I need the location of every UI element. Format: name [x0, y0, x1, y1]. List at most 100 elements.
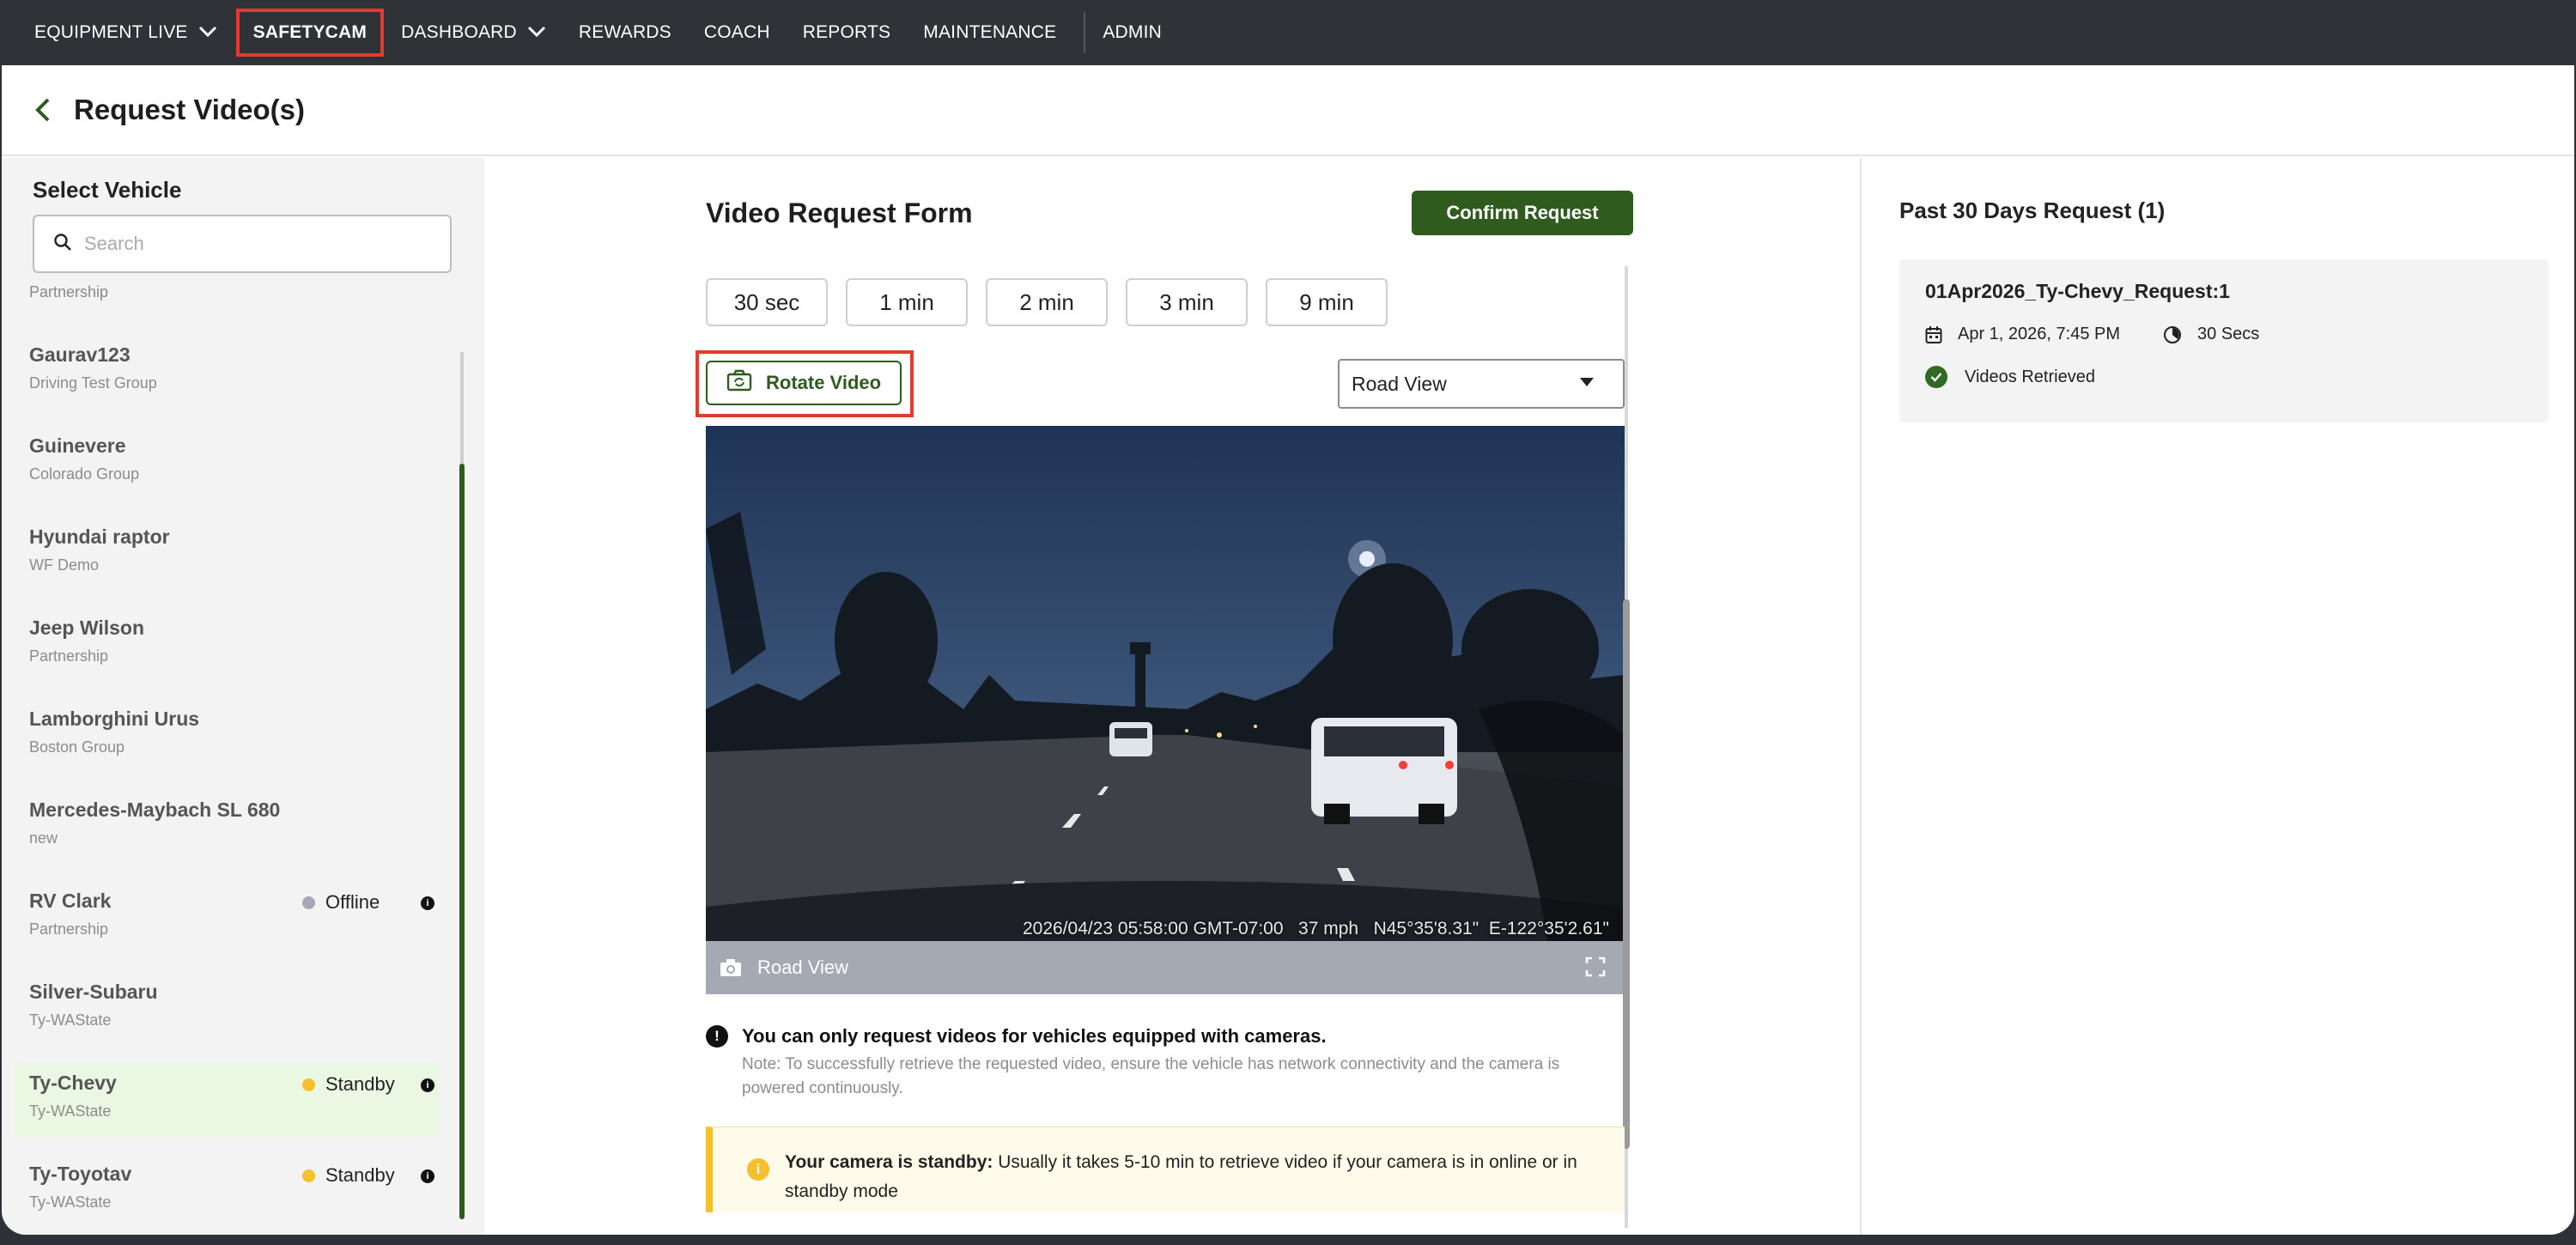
vehicle-item-gaurav123[interactable]: Gaurav123 Driving Test Group: [14, 335, 440, 409]
vehicle-name: Gaurav123: [29, 343, 131, 366]
status-label: Offline: [325, 891, 380, 913]
nav-equipment-live-label: EQUIPMENT LIVE: [34, 22, 188, 42]
rotate-video-label: Rotate Video: [766, 372, 882, 393]
request-date: Apr 1, 2026, 7:45 PM: [1958, 325, 2121, 343]
vehicle-name: Jeep Wilson: [29, 616, 144, 639]
info-icon[interactable]: i: [421, 1078, 434, 1092]
nav-rewards-label: REWARDS: [578, 22, 671, 42]
video-request-form: Video Request Form Confirm Request 30 se…: [484, 158, 1858, 1235]
vehicle-item-jeep-wilson[interactable]: Jeep Wilson Partnership: [14, 608, 440, 682]
caret-down-icon: [1580, 378, 1594, 386]
vehicle-name: Ty-Chevy: [29, 1072, 117, 1094]
vehicle-item-lamborghini-urus[interactable]: Lamborghini Urus Boston Group: [14, 699, 440, 773]
top-navigation: EQUIPMENT LIVE SAFETYCAM DASHBOARD REWAR…: [0, 0, 2576, 65]
check-circle-icon: [1925, 366, 1947, 388]
vehicle-group: Colorado Group: [29, 465, 140, 483]
vehicle-item-guinevere[interactable]: Guinevere Colorado Group: [14, 426, 440, 500]
info-icon[interactable]: i: [421, 1169, 434, 1183]
vehicle-name: RV Clark: [29, 890, 112, 912]
vehicle-group: Ty-WAState: [29, 1193, 112, 1211]
chevron-down-icon: [198, 22, 217, 43]
vehicle-group-partial: Partnership: [29, 283, 109, 301]
nav-reports[interactable]: REPORTS: [803, 0, 891, 65]
notice-heading: You can only request videos for vehicles…: [742, 1025, 1327, 1047]
vehicle-list: Partnership Gaurav123 Driving Test Group…: [2, 283, 457, 1235]
vehicle-item-hyundai-raptor[interactable]: Hyundai raptor WF Demo: [14, 517, 440, 591]
request-name: 01Apr2026_Ty-Chevy_Request:1: [1925, 280, 2230, 302]
standby-alert: i Your camera is standby: Usually it tak…: [706, 1127, 1625, 1212]
status-dot: [302, 1078, 315, 1091]
status-label: Standby: [325, 1073, 395, 1095]
request-meta: Apr 1, 2026, 7:45 PM 30 Secs: [1925, 325, 2259, 344]
duration-9-min-button[interactable]: 9 min: [1266, 278, 1388, 326]
info-icon: i: [747, 1158, 769, 1181]
duration-options: 30 sec 1 min 2 min 3 min 9 min: [706, 278, 1406, 326]
timer-icon: [2163, 325, 2182, 344]
duration-1-min-button[interactable]: 1 min: [846, 278, 968, 326]
nav-maintenance[interactable]: MAINTENANCE: [923, 0, 1056, 65]
form-title: Video Request Form: [706, 197, 973, 228]
nav-coach[interactable]: COACH: [704, 0, 770, 65]
duration-30-sec-button[interactable]: 30 sec: [706, 278, 828, 326]
vehicle-group: Ty-WAState: [29, 1102, 112, 1120]
video-overlay-telemetry: 2026/04/23 05:58:00 GMT-07:00 37 mph N45…: [1022, 919, 1609, 938]
nav-equipment-live[interactable]: EQUIPMENT LIVE: [34, 0, 217, 65]
past-requests-title: Past 30 Days Request (1): [1899, 197, 2166, 223]
confirm-request-button[interactable]: Confirm Request: [1412, 191, 1633, 235]
chevron-left-icon[interactable]: [31, 98, 55, 122]
search-icon: [53, 233, 72, 256]
nav-admin[interactable]: ADMIN: [1103, 0, 1162, 65]
vehicle-item-ty-chevy[interactable]: Ty-Chevy Ty-WAState Standby i: [14, 1063, 440, 1137]
vehicle-name: Mercedes-Maybach SL 680: [29, 799, 281, 821]
nav-reports-label: REPORTS: [802, 22, 891, 42]
vehicle-item-mercedes-maybach[interactable]: Mercedes-Maybach SL 680 new: [14, 790, 440, 864]
video-player[interactable]: 2026/04/23 05:58:00 GMT-07:00 37 mph N45…: [706, 426, 1625, 994]
vehicle-name: Lamborghini Urus: [29, 708, 200, 730]
status-badge: Standby: [302, 1164, 395, 1187]
vehicle-name: Silver-Subaru: [29, 981, 158, 1003]
search-box[interactable]: [33, 215, 452, 273]
status-dot: [302, 1169, 315, 1182]
nav-rewards[interactable]: REWARDS: [579, 0, 671, 65]
nav-safetycam-label: SAFETYCAM: [252, 22, 368, 42]
vehicle-item-ty-toyotav[interactable]: Ty-Toyotav Ty-WAState Standby i: [14, 1154, 440, 1228]
nav-safetycam[interactable]: SAFETYCAM: [235, 9, 385, 57]
vehicle-name: Guinevere: [29, 434, 126, 457]
page-header: Request Video(s): [2, 65, 2574, 156]
duration-3-min-button[interactable]: 3 min: [1126, 278, 1248, 326]
page-title: Request Video(s): [74, 94, 305, 125]
fullscreen-icon[interactable]: [1585, 957, 1606, 977]
vehicle-item-silver-subaru[interactable]: Silver-Subaru Ty-WAState: [14, 972, 440, 1046]
view-select-value: Road View: [1352, 372, 1447, 395]
request-status: Videos Retrieved: [1925, 366, 2095, 388]
duration-2-min-button[interactable]: 2 min: [986, 278, 1108, 326]
video-control-bar: Road View: [706, 941, 1625, 994]
nav-dashboard-label: DASHBOARD: [401, 22, 517, 42]
rotate-video-button[interactable]: Rotate Video: [706, 361, 902, 405]
standby-alert-bold: Your camera is standby:: [785, 1152, 993, 1172]
vehicle-group: Partnership: [29, 920, 109, 938]
exclamation-icon: !: [706, 1025, 728, 1048]
request-card[interactable]: 01Apr2026_Ty-Chevy_Request:1 Apr 1, 2026…: [1899, 259, 2549, 422]
rotate-camera-icon: [726, 369, 752, 397]
search-input[interactable]: [84, 233, 428, 255]
vehicle-group: Ty-WAState: [29, 1011, 112, 1029]
vehicle-group: WF Demo: [29, 556, 99, 574]
vehicle-name: Ty-Toyotav: [29, 1163, 132, 1185]
vehicle-group: new: [29, 829, 58, 847]
chevron-down-icon: [527, 22, 546, 43]
info-icon[interactable]: i: [421, 896, 434, 910]
status-badge: Offline: [302, 891, 380, 914]
notice-note: Note: To successfully retrieve the reque…: [742, 1055, 1560, 1097]
vehicle-item-rv-clark[interactable]: RV Clark Partnership Offline i: [14, 881, 440, 955]
view-select[interactable]: Road View: [1338, 359, 1625, 409]
sidebar-scrollbar[interactable]: [459, 464, 465, 1219]
nav-dashboard[interactable]: DASHBOARD: [401, 0, 546, 65]
nav-coach-label: COACH: [703, 22, 770, 42]
sidebar-title: Select Vehicle: [33, 177, 182, 203]
form-scrollbar[interactable]: [1623, 599, 1630, 1149]
camera-icon: [720, 958, 742, 977]
video-frame-image: [706, 426, 1625, 941]
standby-alert-text: Your camera is standby: Usually it takes…: [785, 1148, 1609, 1206]
vehicle-group: Partnership: [29, 647, 109, 665]
